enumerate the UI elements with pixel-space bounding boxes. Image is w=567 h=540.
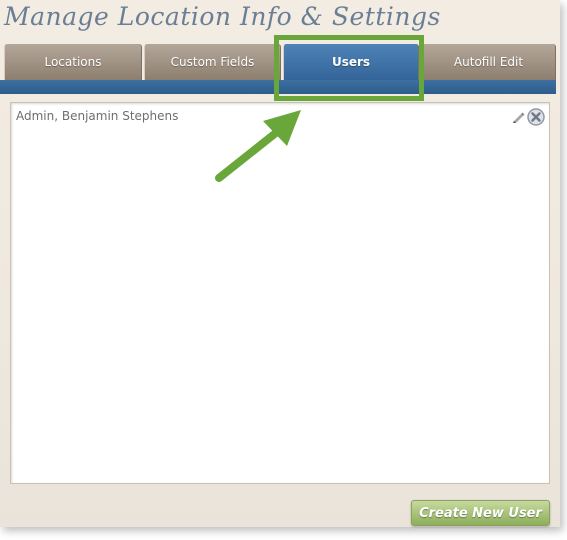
tab-autofill-edit[interactable]: Autofill Edit [421,44,556,80]
page-title: Manage Location Info & Settings [4,2,441,31]
user-name: Admin, Benjamin Stephens [16,109,179,123]
tab-locations[interactable]: Locations [4,44,142,80]
tab-custom-fields[interactable]: Custom Fields [144,44,281,80]
pencil-icon[interactable] [511,109,525,123]
arrow-annotation [215,110,301,182]
create-new-user-button[interactable]: Create New User [411,500,550,526]
delete-icon[interactable] [527,108,545,126]
highlight-annotation [274,35,424,101]
